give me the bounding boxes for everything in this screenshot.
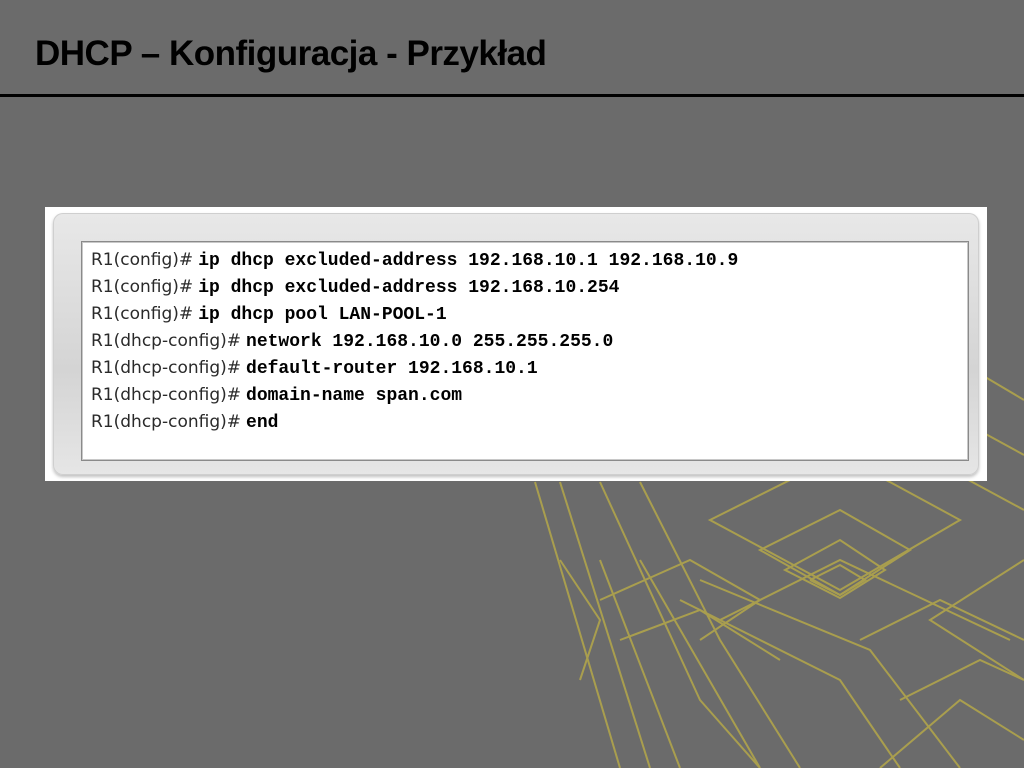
cli-line: R1(config)# ip dhcp pool LAN-POOL-1 xyxy=(91,300,738,327)
cli-prompt: R1(config)# xyxy=(91,304,194,324)
cli-line: R1(dhcp-config)# domain-name span.com xyxy=(91,381,738,408)
cli-lines: R1(config)# ip dhcp excluded-address 192… xyxy=(91,246,738,435)
cli-command: ip dhcp excluded-address 192.168.10.254 xyxy=(198,278,620,298)
cli-prompt: R1(dhcp-config)# xyxy=(91,412,241,432)
cli-line: R1(dhcp-config)# network 192.168.10.0 25… xyxy=(91,327,738,354)
cli-output-panel: R1(config)# ip dhcp excluded-address 192… xyxy=(45,207,987,481)
slide: DHCP – Konfiguracja - Przykład R1(config… xyxy=(0,0,1024,768)
cli-command: ip dhcp excluded-address 192.168.10.1 19… xyxy=(198,251,739,271)
slide-title: DHCP – Konfiguracja - Przykład xyxy=(35,34,547,73)
cli-prompt: R1(config)# xyxy=(91,277,194,297)
cli-command: ip dhcp pool LAN-POOL-1 xyxy=(198,305,447,325)
cli-line: R1(dhcp-config)# default-router 192.168.… xyxy=(91,354,738,381)
cli-prompt: R1(dhcp-config)# xyxy=(91,331,241,351)
cli-prompt: R1(dhcp-config)# xyxy=(91,385,241,405)
cli-line: R1(config)# ip dhcp excluded-address 192… xyxy=(91,273,738,300)
cli-command: default-router 192.168.10.1 xyxy=(246,359,538,379)
cli-command: end xyxy=(246,413,279,433)
cli-prompt: R1(dhcp-config)# xyxy=(91,358,241,378)
cli-line: R1(dhcp-config)# end xyxy=(91,408,738,435)
cli-screen: R1(config)# ip dhcp excluded-address 192… xyxy=(81,241,969,461)
cli-command: domain-name span.com xyxy=(246,386,463,406)
title-divider xyxy=(0,94,1024,97)
cli-line: R1(config)# ip dhcp excluded-address 192… xyxy=(91,246,738,273)
cli-bezel: R1(config)# ip dhcp excluded-address 192… xyxy=(53,213,979,475)
cli-command: network 192.168.10.0 255.255.255.0 xyxy=(246,332,614,352)
cli-prompt: R1(config)# xyxy=(91,250,194,270)
